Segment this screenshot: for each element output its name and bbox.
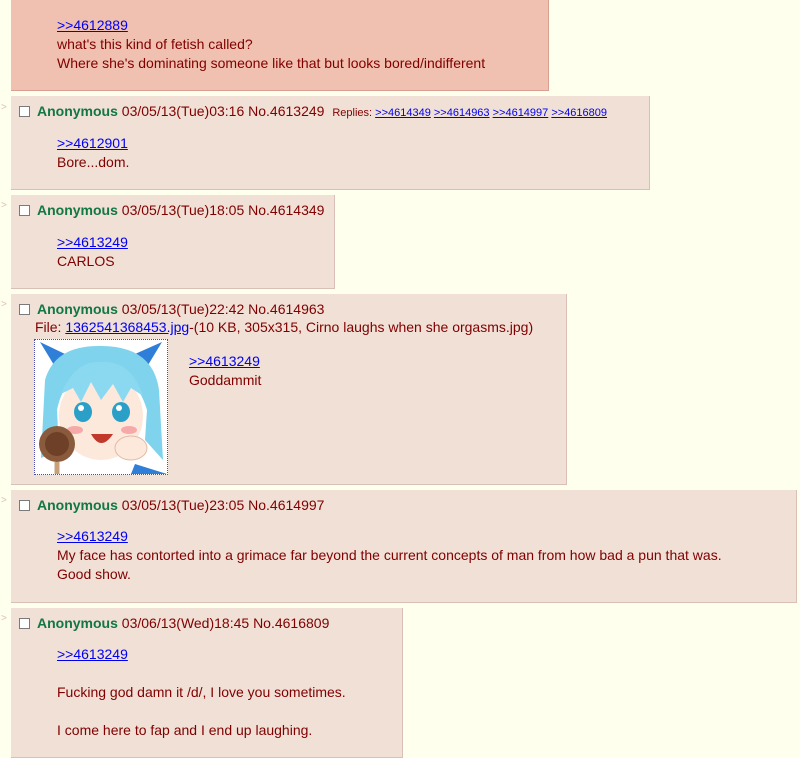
quote-link[interactable]: >>4613249: [189, 353, 260, 369]
quote-link[interactable]: >>4613249: [57, 528, 128, 544]
post-datetime: 03/05/13(Tue)18:05: [121, 202, 245, 218]
op-post-tail: >>4612889 what's this kind of fetish cal…: [11, 0, 549, 91]
reply-post: Anonymous 03/05/13(Tue)22:42 No.4614963 …: [11, 294, 567, 485]
post-text-line: My face has contorted into a grimace far…: [57, 547, 722, 563]
post-text-line: Good show.: [57, 566, 131, 582]
post-text-line: Where she's dominating someone like that…: [57, 55, 486, 71]
post-text-line: I come here to fap and I end up laughing…: [57, 722, 313, 738]
file-label: File:: [35, 319, 62, 335]
post-datetime: 03/05/13(Tue)22:42: [121, 301, 245, 317]
quote-link[interactable]: >>4612901: [57, 135, 128, 151]
post-checkbox[interactable]: [19, 106, 30, 117]
post-number[interactable]: No.4614963: [248, 301, 324, 317]
post-number[interactable]: No.4614349: [248, 202, 324, 218]
reply-post: Anonymous 03/05/13(Tue)18:05 No.4614349 …: [11, 195, 335, 289]
poster-name: Anonymous: [37, 103, 118, 119]
reply-backlink[interactable]: >>4614963: [434, 107, 490, 119]
reply-backlink[interactable]: >>4614349: [375, 107, 431, 119]
poster-name: Anonymous: [37, 202, 118, 218]
reply-post: Anonymous 03/05/13(Tue)23:05 No.4614997 …: [11, 490, 797, 603]
file-link[interactable]: 1362541368453.jpg: [65, 319, 189, 335]
replies-list: Replies: >>4614349 >>4614963 >>4614997 >…: [332, 107, 607, 119]
replies-label: Replies:: [332, 107, 373, 119]
post-number[interactable]: No.4616809: [253, 615, 329, 631]
post-text-blank: [57, 664, 346, 683]
post-checkbox[interactable]: [19, 304, 30, 315]
quote-link[interactable]: >>4613249: [57, 234, 128, 250]
post-number[interactable]: No.4614997: [248, 497, 324, 513]
reply-arrow-icon: >: [1, 299, 7, 310]
post-text-line: what's this kind of fetish called?: [57, 36, 253, 52]
post-datetime: 03/05/13(Tue)03:16: [121, 103, 245, 119]
post-datetime: 03/06/13(Wed)18:45: [121, 615, 250, 631]
post-datetime: 03/05/13(Tue)23:05: [121, 497, 245, 513]
reply-post: Anonymous 03/06/13(Wed)18:45 No.4616809 …: [11, 608, 403, 758]
post-checkbox[interactable]: [19, 618, 30, 629]
quote-link[interactable]: >>4613249: [57, 646, 128, 662]
file-info: File: 1362541368453.jpg-(10 KB, 305x315,…: [35, 319, 533, 335]
reply-post: Anonymous 03/05/13(Tue)03:16 No.4613249 …: [11, 96, 650, 190]
post-text-blank: [57, 702, 346, 721]
reply-backlink[interactable]: >>4614997: [493, 107, 549, 119]
poster-name: Anonymous: [37, 497, 118, 513]
reply-arrow-icon: >: [1, 495, 7, 506]
post-number[interactable]: No.4613249: [248, 103, 324, 119]
post-text-line: CARLOS: [57, 253, 115, 269]
post-text-line: Fucking god damn it /d/, I love you some…: [57, 684, 346, 700]
post-text-line: Goddammit: [189, 372, 262, 388]
file-meta: -(10 KB, 305x315, Cirno laughs when she …: [189, 319, 534, 335]
quote-link[interactable]: >>4612889: [57, 17, 128, 33]
post-checkbox[interactable]: [19, 205, 30, 216]
reply-backlink[interactable]: >>4616809: [551, 107, 607, 119]
reply-arrow-icon: >: [1, 200, 7, 211]
post-text-line: Bore...dom.: [57, 154, 130, 170]
post-checkbox[interactable]: [19, 500, 30, 511]
cirno-image: [35, 340, 167, 474]
post-thumbnail-image[interactable]: [34, 339, 168, 475]
poster-name: Anonymous: [37, 301, 118, 317]
poster-name: Anonymous: [37, 615, 118, 631]
reply-arrow-icon: >: [1, 613, 7, 624]
reply-arrow-icon: >: [1, 102, 7, 113]
